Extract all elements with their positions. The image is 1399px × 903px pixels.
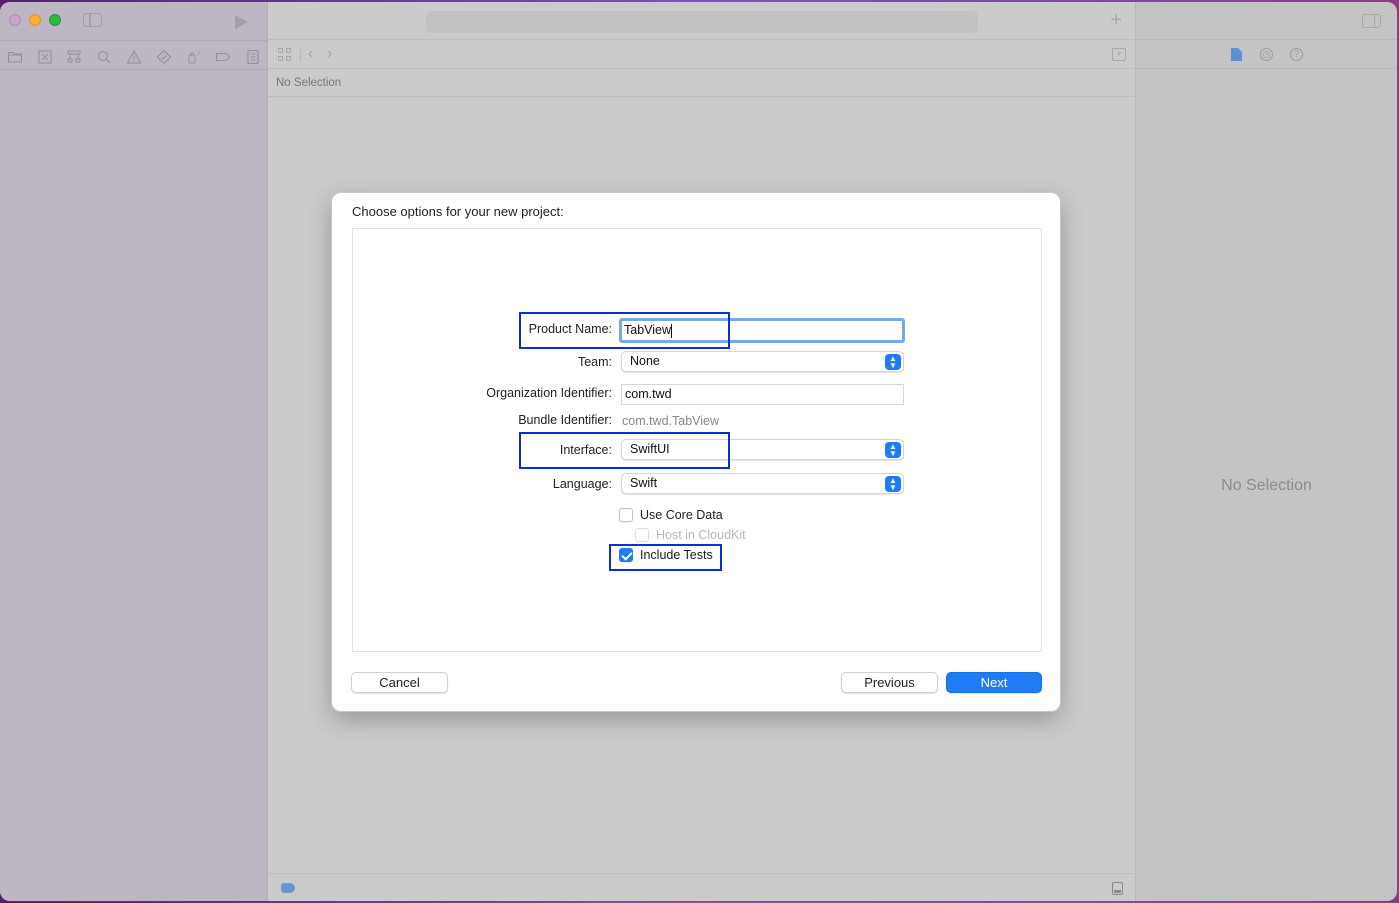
select-chevrons-icon: ▲ ▼ xyxy=(885,442,901,458)
new-project-options-dialog: Choose options for your new project: Pro… xyxy=(331,192,1061,712)
previous-button[interactable]: Previous xyxy=(841,672,938,693)
warning-icon[interactable] xyxy=(119,45,149,69)
cancel-button[interactable]: Cancel xyxy=(351,672,448,693)
divider xyxy=(0,40,268,41)
source-control-icon[interactable] xyxy=(30,45,60,69)
breakpoints-toggle-icon[interactable] xyxy=(281,883,295,893)
toggle-navigator-icon[interactable] xyxy=(83,13,102,27)
divider xyxy=(300,48,301,62)
options-panel: Product Name: TabView Team: None ▲ ▼ Orga… xyxy=(352,228,1042,652)
product-name-input[interactable]: TabView xyxy=(619,318,905,343)
activity-viewer xyxy=(426,11,978,33)
organization-identifier-input[interactable]: com.twd xyxy=(621,384,904,405)
related-items-grid-icon[interactable] xyxy=(278,48,292,62)
test-diamond-icon[interactable] xyxy=(149,45,179,69)
dialog-title: Choose options for your new project: xyxy=(352,204,564,219)
quick-help-inspector-tab[interactable]: ? xyxy=(1289,47,1305,63)
language-label: Language: xyxy=(552,477,612,491)
add-editor-icon[interactable]: + xyxy=(1112,48,1126,61)
clock-icon: ◷ xyxy=(1260,48,1273,61)
use-core-data-checkbox[interactable]: Use Core Data xyxy=(619,508,723,522)
symbol-hierarchy-icon[interactable] xyxy=(60,45,90,69)
library-plus-icon[interactable]: + xyxy=(1110,10,1122,30)
organization-identifier-label: Organization Identifier: xyxy=(486,386,612,400)
select-chevrons-icon: ▲ ▼ xyxy=(885,354,901,370)
checkbox-box[interactable] xyxy=(619,508,633,522)
language-select[interactable]: Swift ▲ ▼ xyxy=(621,473,904,494)
path-bar: No Selection xyxy=(268,70,1134,97)
close-window-button[interactable] xyxy=(9,14,21,26)
product-name-label: Product Name: xyxy=(528,322,612,336)
toggle-debug-area-icon[interactable] xyxy=(1112,882,1123,895)
bundle-identifier-value: com.twd.TabView xyxy=(622,414,720,428)
file-inspector-tab[interactable] xyxy=(1229,47,1245,63)
text-caret xyxy=(671,323,673,338)
search-icon[interactable] xyxy=(89,45,119,69)
file-icon xyxy=(1231,48,1242,61)
include-tests-checkbox[interactable]: Include Tests xyxy=(619,548,713,562)
minimize-window-button[interactable] xyxy=(29,14,41,26)
debug-bar xyxy=(268,873,1134,901)
team-label: Team: xyxy=(577,355,612,369)
inspector-panel: ◷ ? No Selection xyxy=(1135,2,1397,901)
toggle-inspector-icon[interactable] xyxy=(1362,14,1381,28)
select-chevrons-icon: ▲ ▼ xyxy=(885,476,901,492)
run-icon[interactable] xyxy=(235,15,248,29)
interface-label: Interface: xyxy=(559,443,612,457)
team-select[interactable]: None ▲ ▼ xyxy=(621,351,904,372)
breakpoint-tag-icon[interactable] xyxy=(208,45,238,69)
debug-spray-icon[interactable] xyxy=(179,45,209,69)
back-chevron-icon[interactable]: ‹ xyxy=(308,45,313,63)
checkbox-box xyxy=(635,528,649,542)
next-button[interactable]: Next xyxy=(946,672,1042,693)
jump-bar: ‹ › + xyxy=(268,41,1134,69)
maximize-window-button[interactable] xyxy=(49,14,61,26)
host-in-cloudkit-checkbox: Host in CloudKit xyxy=(635,528,746,542)
navigator-sidebar xyxy=(0,2,268,901)
toolbar: + xyxy=(268,2,1134,40)
inspector-tabs: ◷ ? xyxy=(1136,41,1397,69)
history-inspector-tab[interactable]: ◷ xyxy=(1259,47,1275,63)
report-list-icon[interactable] xyxy=(238,45,268,69)
interface-select[interactable]: SwiftUI ▲ ▼ xyxy=(621,439,904,460)
folder-icon[interactable] xyxy=(0,45,30,69)
inspector-empty-text: No Selection xyxy=(1221,477,1312,494)
forward-chevron-icon[interactable]: › xyxy=(327,45,332,63)
help-icon: ? xyxy=(1290,48,1303,61)
divider xyxy=(0,69,268,70)
navigator-tabs xyxy=(0,43,268,71)
path-text: No Selection xyxy=(276,77,342,89)
bundle-identifier-label: Bundle Identifier: xyxy=(518,413,612,427)
checkbox-box[interactable] xyxy=(619,548,633,562)
inspector-toolbar xyxy=(1136,2,1397,40)
